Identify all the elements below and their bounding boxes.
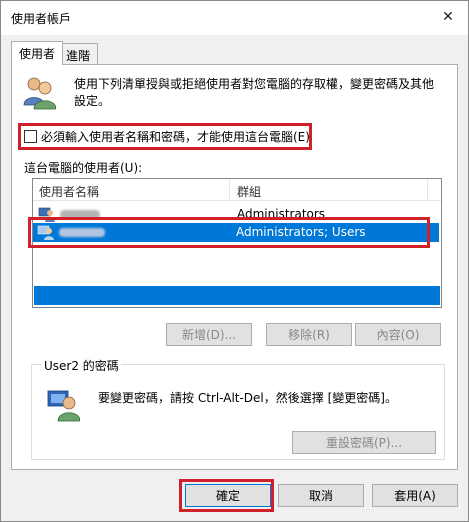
user-row-icon	[38, 207, 55, 222]
cancel-button[interactable]: 取消	[278, 484, 364, 507]
column-header-group[interactable]: 群組	[237, 183, 261, 200]
column-header-username[interactable]: 使用者名稱	[39, 183, 99, 200]
tab-advanced[interactable]: 進階	[58, 43, 99, 65]
users-icon	[23, 77, 56, 110]
password-group-legend: User2 的密碼	[42, 357, 121, 374]
intro-text: 使用下列清單授與或拒絕使用者對您電腦的存取權，變更密碼及其他設定。	[74, 77, 435, 108]
users-listview[interactable]: 使用者名稱 群組 Administrators	[32, 178, 442, 308]
table-row[interactable]	[34, 286, 440, 305]
require-password-row[interactable]: 必須輸入使用者名稱和密碼，才能使用這台電腦(E)	[24, 128, 310, 145]
change-password-instructions: 要變更密碼，請按 Ctrl-Alt-Del，然後選擇 [變更密碼]。	[98, 391, 397, 405]
window-title: 使用者帳戶	[11, 12, 72, 26]
close-icon: ✕	[442, 9, 454, 25]
apply-button[interactable]: 套用(A)	[372, 484, 458, 507]
reset-password-button[interactable]: 重設密碼(P)...	[292, 431, 436, 454]
user-row-icon	[37, 225, 54, 240]
require-password-checkbox[interactable]	[24, 130, 37, 143]
properties-button[interactable]: 內容(O)	[355, 323, 441, 346]
password-groupbox: User2 的密碼 要變更密碼，請按 Ctrl-Alt-Del，然後選擇 [變更…	[31, 357, 445, 460]
close-button[interactable]: ✕	[434, 5, 462, 29]
column-divider[interactable]	[427, 179, 428, 201]
column-divider[interactable]	[229, 179, 230, 201]
row-username	[59, 225, 105, 239]
listview-header: 使用者名稱 群組	[33, 179, 441, 201]
table-row[interactable]: Administrators	[34, 205, 440, 224]
ok-button[interactable]: 確定	[185, 484, 271, 507]
user-accounts-dialog: 使用者帳戶 ✕ 使用者 進階 使用下列清單授與或拒絕使用者對您電腦的存取權，變更…	[0, 0, 469, 522]
row-group: Administrators	[237, 207, 326, 221]
users-tab-panel: 使用下列清單授與或拒絕使用者對您電腦的存取權，變更密碼及其他設定。 必須輸入使用…	[11, 64, 458, 470]
table-row-selected[interactable]: Administrators; Users	[33, 223, 439, 242]
add-user-button[interactable]: 新增(D)...	[166, 323, 252, 346]
redacted-username	[60, 210, 100, 219]
row-username	[60, 207, 100, 221]
redacted-username	[59, 228, 105, 237]
users-list-label: 這台電腦的使用者(U):	[24, 161, 143, 175]
tab-users[interactable]: 使用者	[11, 41, 64, 65]
row-group: Administrators; Users	[236, 225, 366, 239]
user-key-icon	[47, 390, 80, 422]
remove-user-button[interactable]: 移除(R)	[266, 323, 352, 346]
title-bar: 使用者帳戶 ✕	[1, 1, 468, 35]
require-password-label: 必須輸入使用者名稱和密碼，才能使用這台電腦(E)	[41, 130, 310, 144]
